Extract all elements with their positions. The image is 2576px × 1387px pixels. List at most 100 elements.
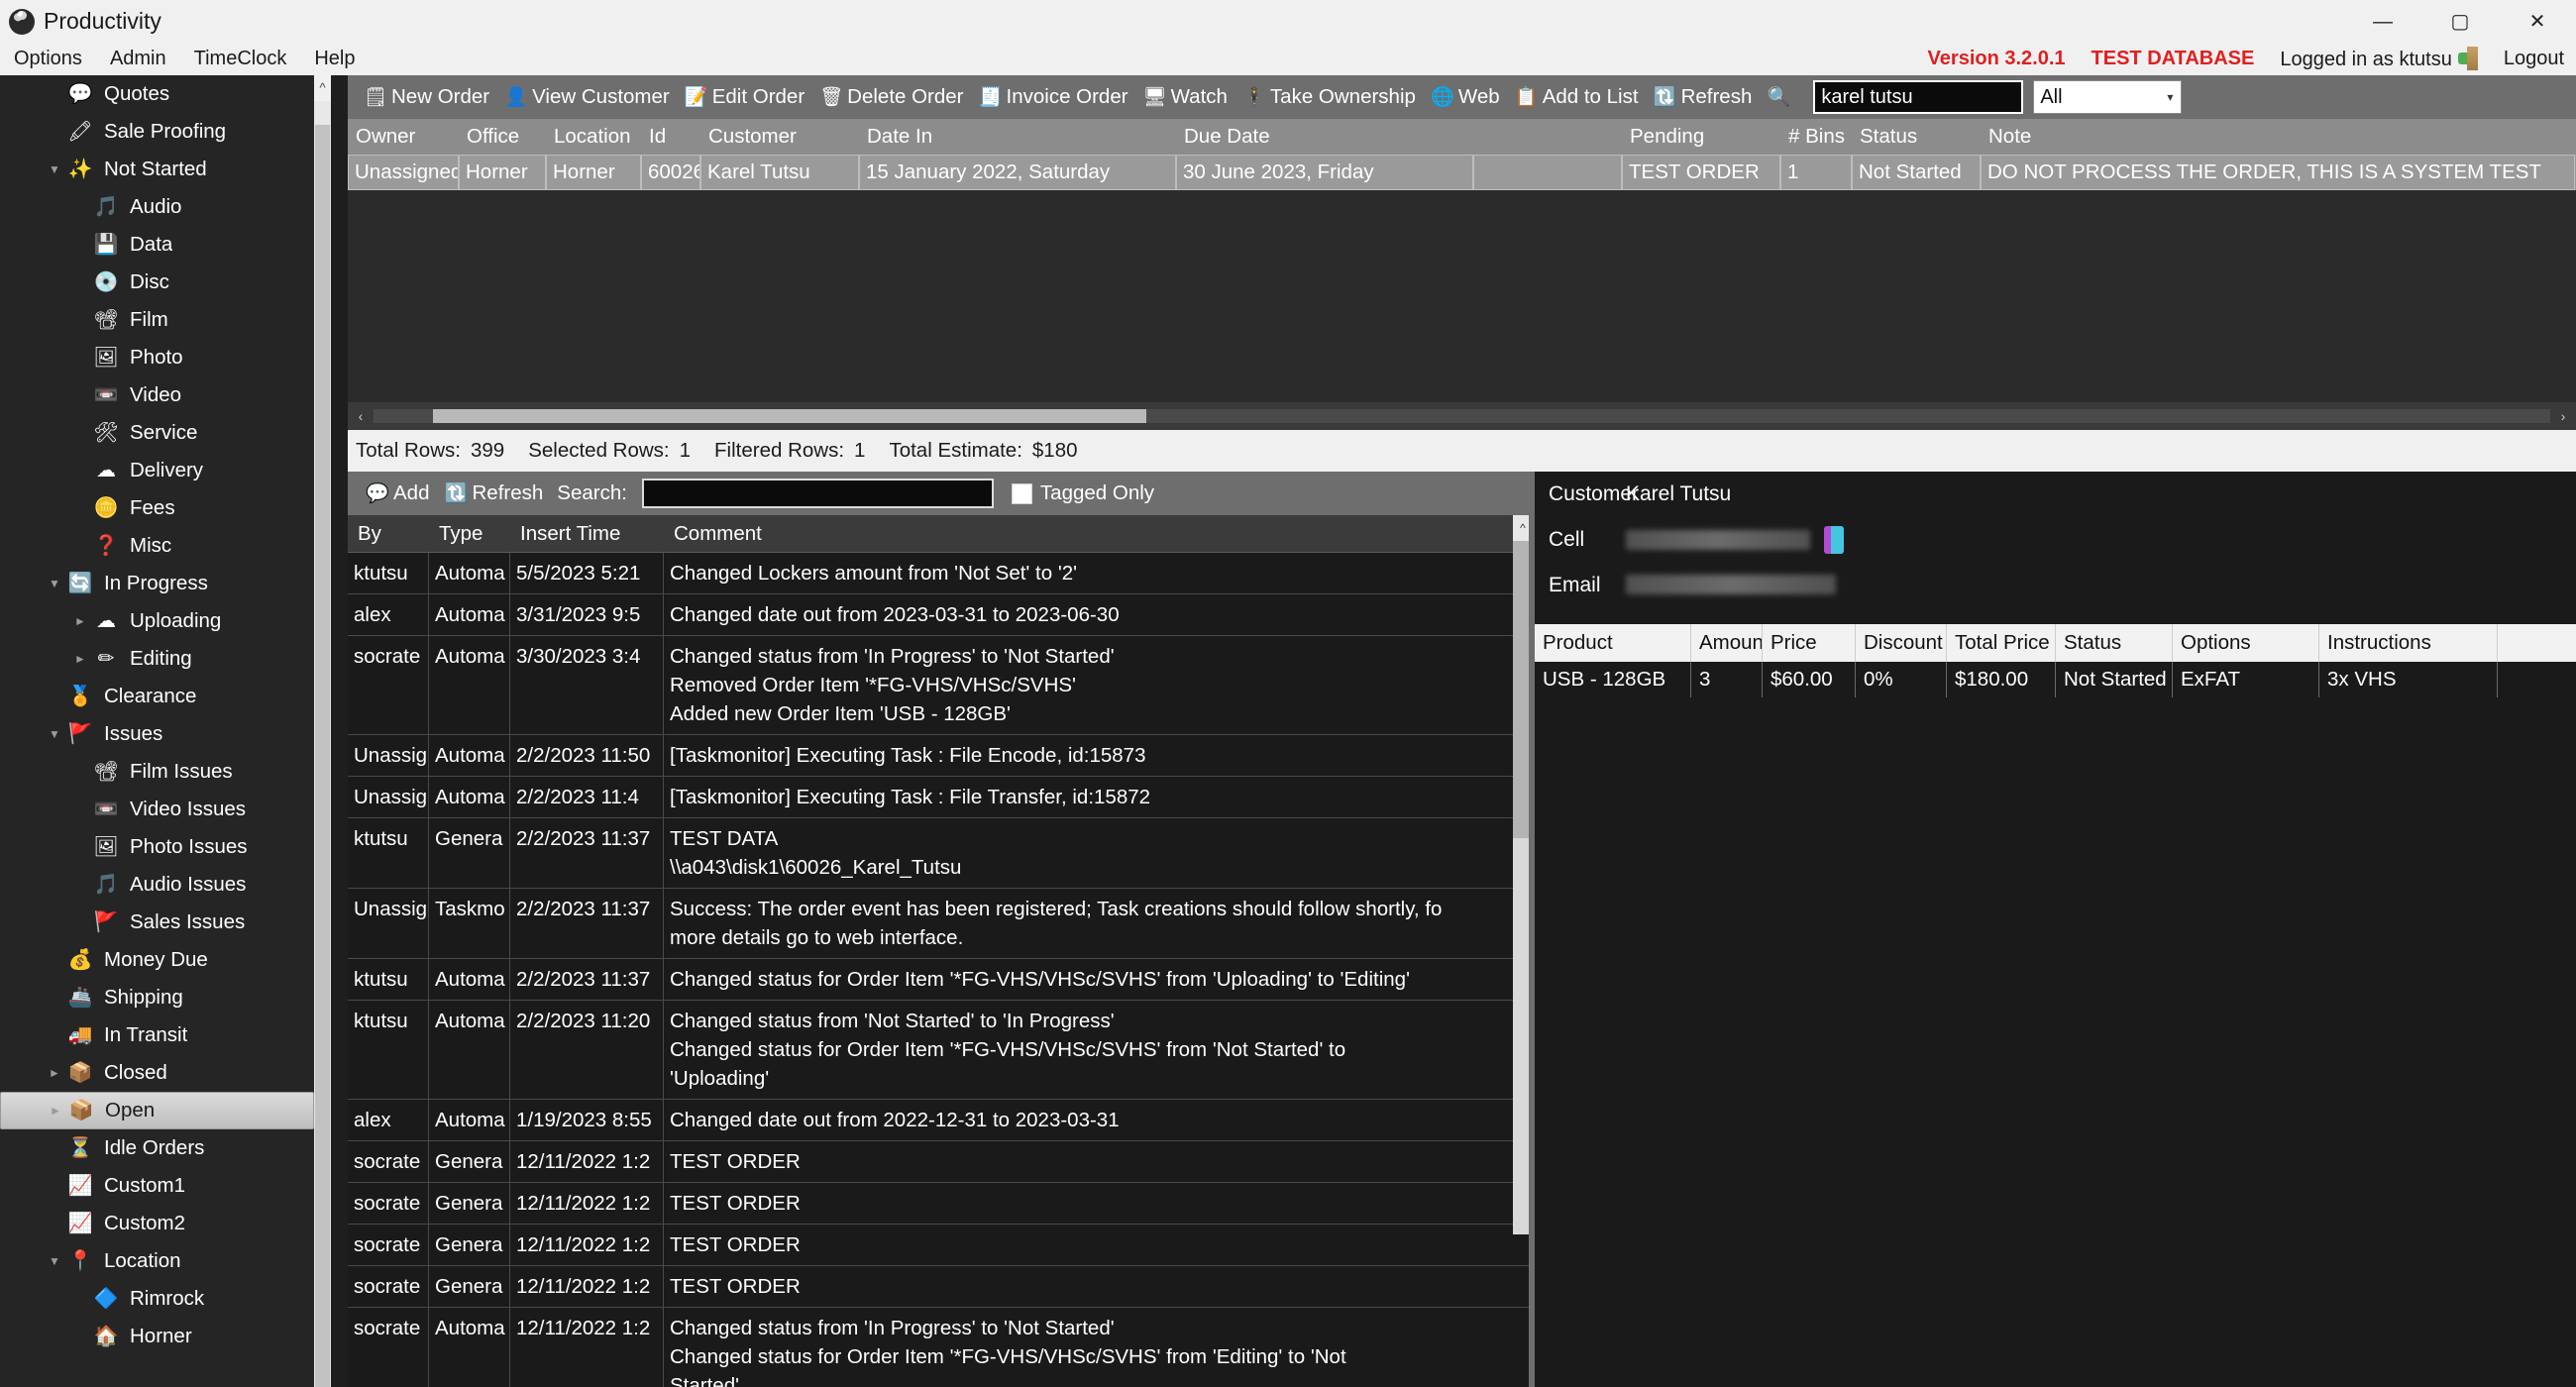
tree-twisty-right-icon[interactable] [69,652,91,666]
tagged-only-checkbox[interactable] [1011,482,1032,504]
sidebar-item-editing[interactable]: ✏ Editing [0,640,314,678]
invoice-order-button[interactable]: 🧾 Invoice Order [971,79,1135,115]
sidebar-tree[interactable]: 💬 Quotes 🖍 Sale Proofing ✨ Not Started 🎵 Audio 💾… [0,75,314,1387]
tree-twisty-right-icon[interactable] [44,1066,65,1080]
refresh-button[interactable]: 🔃 Refresh [1646,79,1760,115]
sidebar-item-custom2[interactable]: 📈 Custom2 [0,1205,314,1242]
sidebar-item-idle-orders[interactable]: ⏳ Idle Orders [0,1129,314,1167]
sidebar-scroll-up-arrow[interactable]: ^ [314,75,331,101]
delete-order-button[interactable]: 🗑 Delete Order [811,79,970,115]
comment-row[interactable]: alex Automa 1/19/2023 8:55 Changed date out… [348,1100,1535,1141]
search-magnifier-button[interactable]: 🔍 [1759,79,1801,115]
watch-button[interactable]: 🖥 Watch [1135,79,1234,115]
comment-row[interactable]: alex Automa 3/31/2023 9:5 Changed date out … [348,594,1535,636]
col-insert-time[interactable]: Insert Time [510,522,664,546]
sidebar-item-delivery[interactable]: ☁ Delivery [0,452,314,489]
col-note[interactable]: Note [1981,119,2575,155]
tree-twisty-down-icon[interactable] [44,577,65,590]
orders-grid[interactable]: Owner Office Location Id Customer Date I… [348,119,2576,406]
sidebar-item-rimrock[interactable]: 🔷 Rimrock [0,1280,314,1318]
sidebar-item-fees[interactable]: 🪙 Fees [0,489,314,527]
sidebar-item-shipping[interactable]: 🚢 Shipping [0,979,314,1016]
col-type[interactable]: Type [429,522,510,546]
add-comment-button[interactable]: 💬 Add [358,476,436,511]
comment-row[interactable]: socrate Genera 12/11/2022 1:2 TEST ORDER [348,1225,1535,1266]
comment-row[interactable]: ktutsu Automa 2/2/2023 11:20 Changed status… [348,1001,1535,1100]
sidebar-item-photo-issues[interactable]: 🖼 Photo Issues [0,828,314,866]
comment-row[interactable]: Unassig Taskmo 2/2/2023 11:37 Success: The … [348,889,1535,959]
col-pending[interactable]: Pending [1622,119,1780,155]
logout-button[interactable]: Logout [2504,48,2564,70]
sidebar-item-video-issues[interactable]: 📼 Video Issues [0,791,314,828]
col-price[interactable]: Price [1763,624,1856,662]
sidebar-item-quotes[interactable]: 💬 Quotes [0,75,314,113]
col-product[interactable]: Product [1535,624,1691,662]
sidebar-item-film-issues[interactable]: 📽 Film Issues [0,753,314,791]
sidebar-item-issues[interactable]: 🚩 Issues [0,715,314,753]
col-office[interactable]: Office [459,119,546,155]
maximize-button[interactable]: ▢ [2421,0,2499,43]
order-filter-select[interactable]: All ▾ [2033,80,2183,114]
take-ownership-button[interactable]: 🕴 Take Ownership [1234,79,1423,115]
sidebar-item-video[interactable]: 📼 Video [0,376,314,414]
sidebar-item-in-transit[interactable]: 🚚 In Transit [0,1016,314,1054]
comment-row[interactable]: socrate Genera 12/11/2022 1:2 TEST ORDER [348,1266,1535,1308]
sidebar-item-sales-issues[interactable]: 🚩 Sales Issues [0,904,314,941]
scroll-left-arrow[interactable]: ‹ [348,408,374,424]
sidebar-item-in-progress[interactable]: 🔄 In Progress [0,565,314,602]
comment-row[interactable]: ktutsu Automa 5/5/2023 5:21 Changed Lockers… [348,553,1535,594]
sidebar-item-misc[interactable]: ❓ Misc [0,527,314,565]
order-search-input[interactable] [1813,80,2024,114]
comment-row[interactable]: Unassig Automa 2/2/2023 11:4 [Taskmonitor] … [348,777,1535,818]
new-order-button[interactable]: 🗒 New Order [356,79,496,115]
col-by[interactable]: By [348,522,429,546]
tree-twisty-right-icon[interactable] [45,1104,66,1118]
menu-item-admin[interactable]: Admin [96,43,180,75]
sidebar-item-uploading[interactable]: ☁ Uploading [0,602,314,640]
comment-row[interactable]: ktutsu Automa 2/2/2023 11:37 Changed status… [348,959,1535,1001]
tree-twisty-right-icon[interactable] [69,614,91,628]
col-owner[interactable]: Owner [348,119,459,155]
sidebar-item-photo[interactable]: 🖼 Photo [0,339,314,376]
comment-row[interactable]: Unassig Automa 2/2/2023 11:50 [Taskmonitor]… [348,735,1535,777]
table-row[interactable]: Unassigned Horner Horner 60026 Karel Tut… [348,155,2576,190]
refresh-comments-button[interactable]: 🔃 Refresh [436,476,550,511]
scrollbar-track[interactable] [374,409,2550,423]
close-button[interactable]: ✕ [2499,0,2576,43]
col-amount[interactable]: Amount [1691,624,1763,662]
scroll-right-arrow[interactable]: › [2550,408,2576,424]
col-comment[interactable]: Comment [664,522,1516,546]
tree-twisty-down-icon[interactable] [44,162,65,176]
comment-row[interactable]: ktutsu Genera 2/2/2023 11:37 TEST DATA \\a04… [348,818,1535,889]
menu-item-timeclock[interactable]: TimeClock [180,43,301,75]
comment-row[interactable]: socrate Automa 12/11/2022 1:2 Changed statu… [348,1308,1535,1387]
menu-item-help[interactable]: Help [300,43,369,75]
mobile-phone-icon[interactable] [1824,526,1844,554]
tree-twisty-down-icon[interactable] [44,1254,65,1268]
col-total-price[interactable]: Total Price [1947,624,2056,662]
minimize-button[interactable]: — [2344,0,2421,43]
view-customer-button[interactable]: 👤 View Customer [496,79,677,115]
sidebar-item-disc[interactable]: 💿 Disc [0,264,314,301]
sidebar-item-clearance[interactable]: 🏅 Clearance [0,678,314,715]
col-status[interactable]: Status [1852,119,1981,155]
scrollbar-thumb[interactable] [433,409,1146,423]
sidebar-item-location[interactable]: 📍 Location [0,1242,314,1280]
comments-list[interactable]: ktutsu Automa 5/5/2023 5:21 Changed Lockers… [348,553,1535,1387]
sidebar-item-audio[interactable]: 🎵 Audio [0,188,314,226]
comment-row[interactable]: socrate Genera 12/11/2022 1:2 TEST ORDER [348,1183,1535,1225]
col-discount[interactable]: Discount [1856,624,1947,662]
col-date-in[interactable]: Date In [859,119,1176,155]
sidebar-item-film[interactable]: 📽 Film [0,301,314,339]
sidebar-item-audio-issues[interactable]: 🎵 Audio Issues [0,866,314,904]
sidebar-item-data[interactable]: 💾 Data [0,226,314,264]
comment-row[interactable]: socrate Automa 3/30/2023 3:4 Changed status… [348,636,1535,735]
col-location[interactable]: Location [546,119,641,155]
tree-twisty-down-icon[interactable] [44,727,65,741]
col-id[interactable]: Id [641,119,700,155]
sidebar-item-closed[interactable]: 📦 Closed [0,1054,314,1092]
sidebar-item-service[interactable]: 🛠 Service [0,414,314,452]
sidebar-scrollbar-thumb[interactable] [315,125,330,1387]
sidebar-item-money-due[interactable]: 💰 Money Due [0,941,314,979]
add-to-list-button[interactable]: 📋 Add to List [1507,79,1646,115]
